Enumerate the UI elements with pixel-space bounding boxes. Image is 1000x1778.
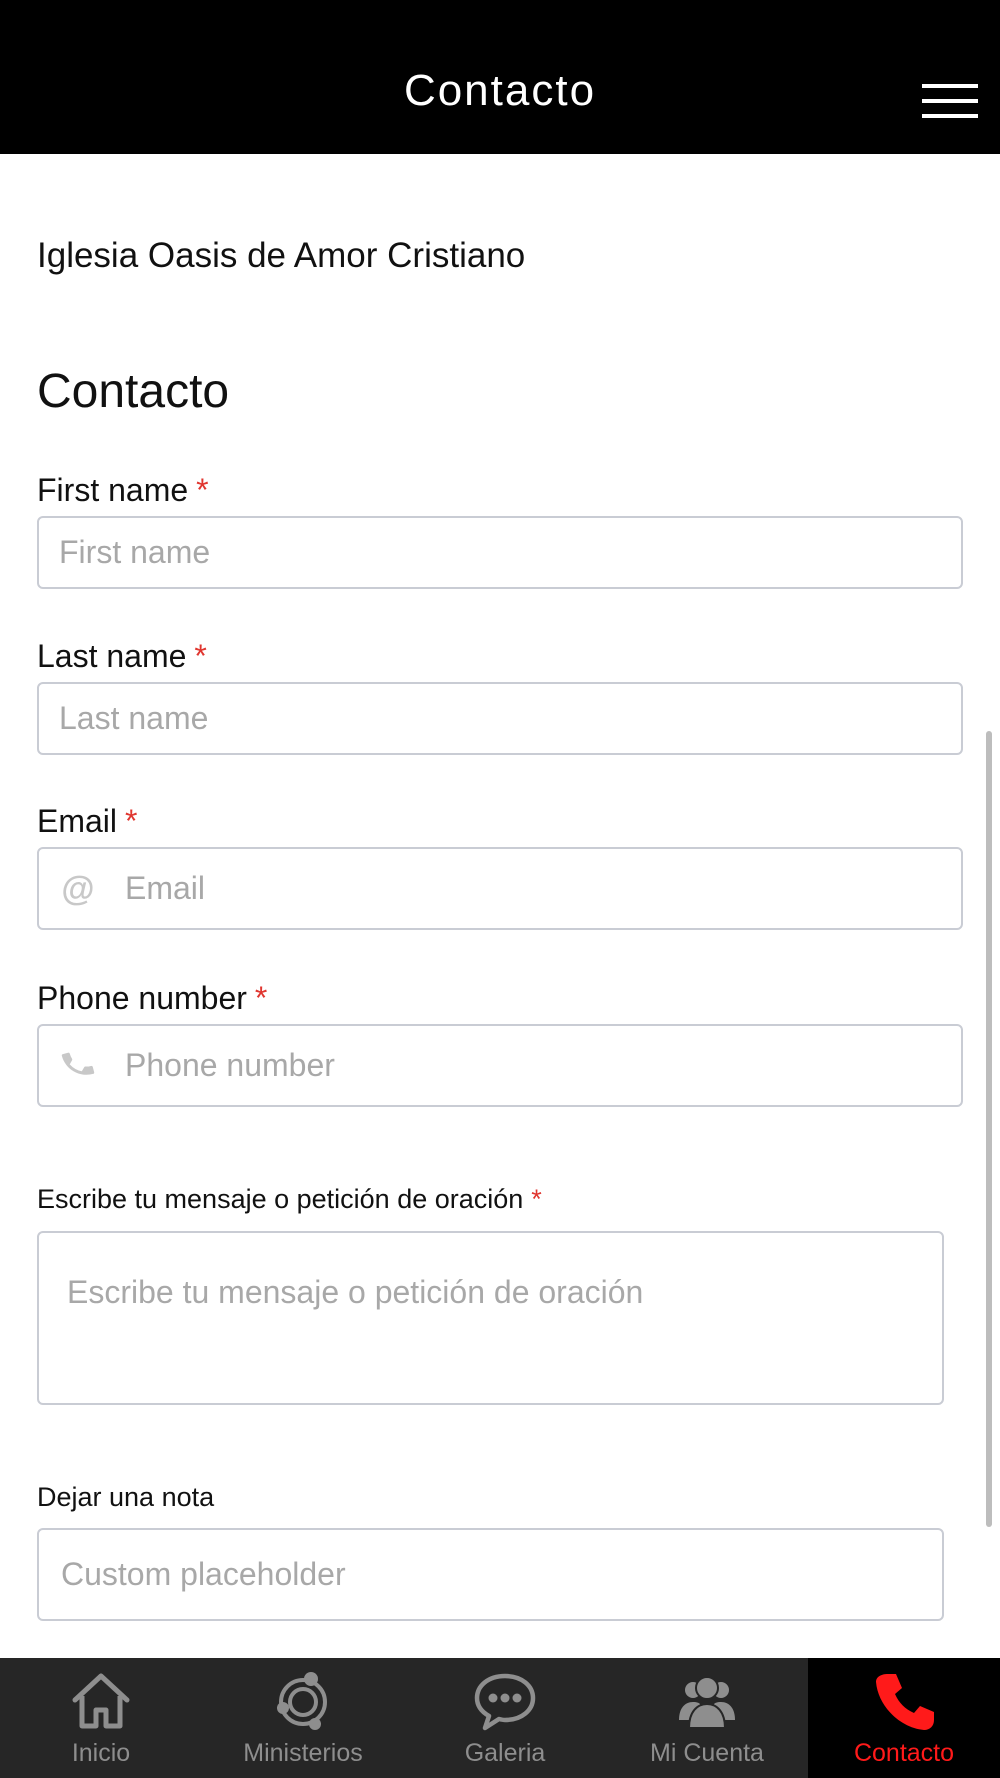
- phone-icon: [58, 1046, 98, 1086]
- nav-label-inicio: Inicio: [71, 1739, 131, 1767]
- email-field[interactable]: [37, 847, 963, 930]
- scrollbar[interactable]: [986, 731, 992, 1527]
- menu-icon-line: [922, 114, 978, 118]
- nav-item-inicio[interactable]: Inicio: [0, 1658, 202, 1778]
- nav-label-ministerios: Ministerios: [243, 1739, 363, 1767]
- first-name-field[interactable]: [37, 516, 963, 589]
- message-textarea[interactable]: [37, 1231, 944, 1405]
- nav-label-galeria: Galeria: [464, 1739, 546, 1767]
- last-name-label-text: Last name: [37, 638, 187, 674]
- last-name-label: Last name *: [37, 638, 207, 675]
- at-icon: @: [61, 870, 95, 908]
- nav-item-mi-cuenta[interactable]: Mi Cuenta: [606, 1658, 808, 1778]
- required-mark: *: [531, 1184, 542, 1214]
- top-bar: Contacto: [0, 0, 1000, 154]
- nav-label-mi-cuenta: Mi Cuenta: [650, 1739, 764, 1767]
- required-mark: *: [196, 472, 209, 508]
- required-mark: *: [254, 980, 268, 1016]
- required-mark: *: [194, 638, 207, 674]
- note-field[interactable]: [37, 1528, 944, 1621]
- nav-item-ministerios[interactable]: Ministerios: [202, 1658, 404, 1778]
- email-label: Email *: [37, 803, 137, 840]
- menu-icon-line: [922, 99, 978, 103]
- chat-bubble-icon: [474, 1673, 536, 1731]
- phone-icon: [876, 1674, 934, 1730]
- nav-item-galeria[interactable]: Galeria: [404, 1658, 606, 1778]
- first-name-label-text: First name: [37, 472, 189, 508]
- note-label-text: Dejar una nota: [37, 1482, 215, 1512]
- organization-name: Iglesia Oasis de Amor Cristiano: [37, 236, 526, 275]
- phone-label: Phone number *: [37, 980, 267, 1017]
- last-name-field[interactable]: [37, 682, 963, 755]
- menu-icon[interactable]: [922, 84, 978, 118]
- note-label: Dejar una nota: [37, 1482, 214, 1513]
- bottom-nav: Inicio Ministerios Galeria Mi Cuenta Con…: [0, 1658, 1000, 1778]
- message-label-text: Escribe tu mensaje o petición de oración: [37, 1184, 524, 1214]
- required-mark: *: [125, 803, 138, 839]
- content-area: Iglesia Oasis de Amor Cristiano Contacto…: [0, 154, 1000, 1658]
- email-label-text: Email: [37, 803, 118, 839]
- section-title: Contacto: [37, 365, 230, 418]
- app-root: Contacto Iglesia Oasis de Amor Cristiano…: [0, 0, 1000, 1778]
- nav-item-contacto[interactable]: Contacto: [808, 1658, 1000, 1778]
- page-title: Contacto: [403, 66, 597, 115]
- menu-icon-line: [922, 84, 978, 88]
- first-name-label: First name *: [37, 472, 209, 509]
- users-icon: [679, 1676, 735, 1729]
- phone-number-field[interactable]: [37, 1024, 963, 1107]
- orbit-icon: [277, 1672, 327, 1730]
- message-label: Escribe tu mensaje o petición de oración…: [37, 1184, 542, 1215]
- nav-label-contacto: Contacto: [853, 1739, 955, 1767]
- home-icon: [72, 1673, 130, 1729]
- phone-label-text: Phone number: [37, 980, 247, 1016]
